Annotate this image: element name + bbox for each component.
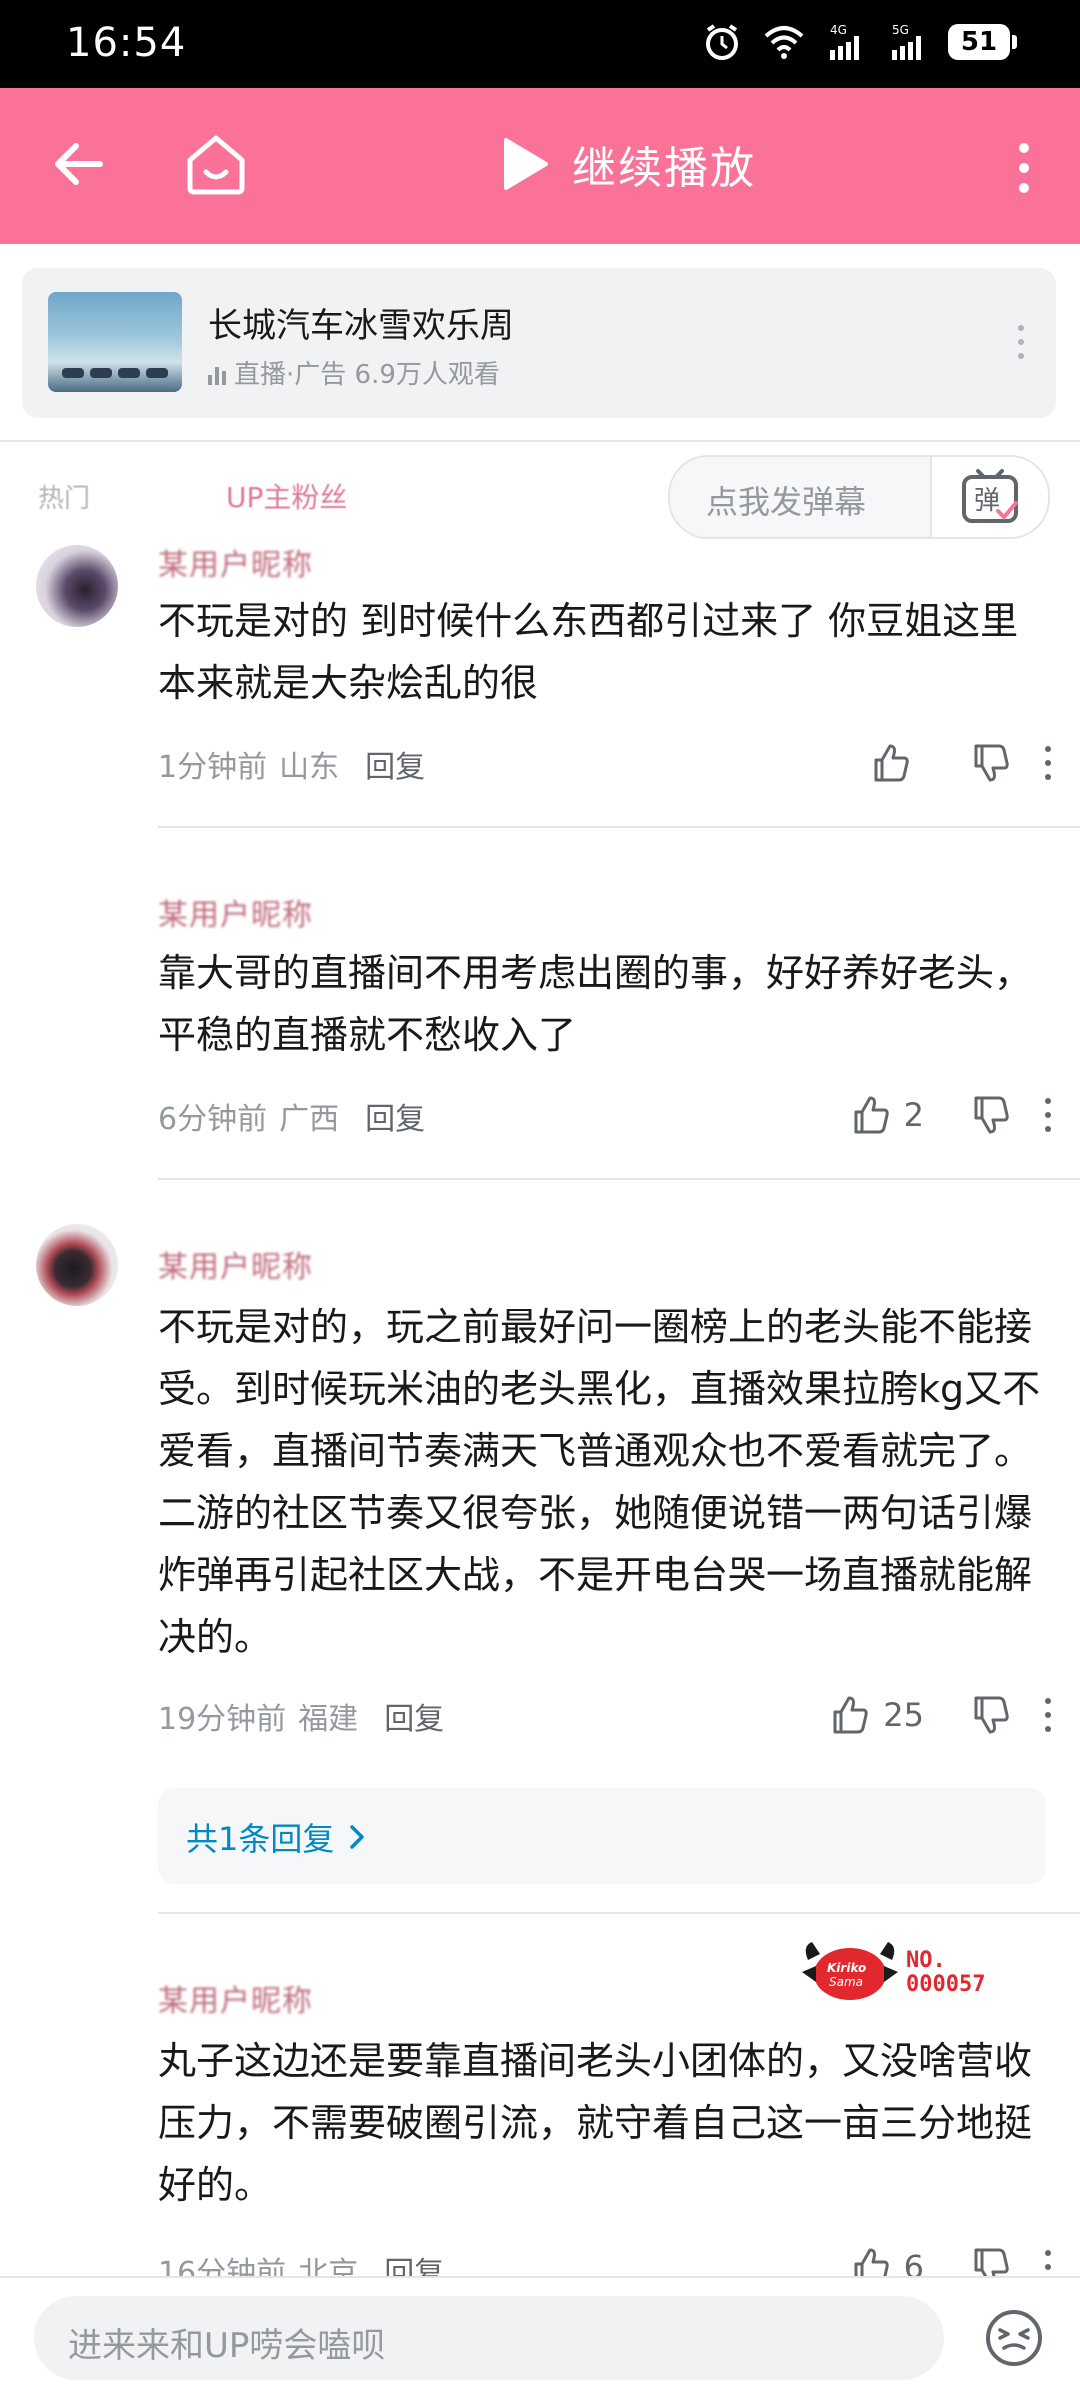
continue-play-label: 继续播放	[572, 143, 756, 194]
top-header: 继续播放	[0, 88, 1080, 244]
comment-actions: 2	[848, 1092, 1058, 1138]
live-meta-text: 直播·广告 6.9万人观看	[234, 360, 500, 390]
svg-text:Sama: Sama	[829, 1975, 863, 1989]
comment-location: 福建	[298, 1702, 359, 1737]
comment-meta: 1分钟前 山东 回复	[158, 742, 425, 786]
emoji-icon[interactable]	[982, 2306, 1046, 2370]
avatar[interactable]	[36, 545, 118, 627]
comment-meta: 19分钟前 福建 回复	[158, 1694, 444, 1738]
thumbs-down-icon[interactable]	[968, 740, 1014, 786]
comment-input-placeholder: 进来来和UP唠会嗑呗	[68, 2326, 386, 2366]
back-arrow-icon[interactable]	[48, 132, 112, 196]
view-replies-label: 共1条回复	[186, 1814, 366, 1860]
view-replies-button[interactable]: 共1条回复	[158, 1788, 1046, 1884]
fan-badge-number: NO. 000057	[906, 1948, 986, 1997]
status-icons: 4G 5G 51	[700, 22, 1017, 62]
more-vertical-icon[interactable]	[1012, 140, 1036, 196]
comment-username[interactable]: 某用户昵称	[158, 540, 313, 584]
status-time: 16:54	[66, 20, 187, 66]
battery-icon: 51	[948, 24, 1017, 60]
svg-text:Kiriko: Kiriko	[827, 1961, 866, 1975]
comment-location: 山东	[279, 750, 340, 785]
more-vertical-icon[interactable]	[1016, 322, 1026, 362]
send-danmaku-label: 点我发弹幕	[706, 483, 867, 521]
comment-input-bar: 进来来和UP唠会嗑呗	[0, 2276, 1080, 2402]
alarm-icon	[706, 24, 738, 60]
comment-divider	[158, 1178, 1080, 1180]
comment-username[interactable]: 某用户昵称	[158, 1976, 313, 2020]
danmaku-tag: UP主粉丝	[226, 481, 348, 514]
comment-time: 6分钟前	[158, 1102, 268, 1137]
comment-divider	[158, 826, 1080, 828]
like-button[interactable]	[868, 740, 924, 786]
live-title: 长城汽车冰雪欢乐周	[208, 306, 514, 346]
live-meta: 直播·广告 6.9万人观看	[208, 354, 500, 391]
more-vertical-icon[interactable]	[1038, 1092, 1058, 1138]
status-bar: 16:54 4G 5G 51	[0, 0, 1080, 88]
play-icon	[504, 138, 548, 190]
svg-text:5G: 5G	[892, 23, 909, 37]
avatar[interactable]	[36, 1224, 118, 1306]
like-count: 25	[883, 1696, 924, 1734]
thumbs-down-icon[interactable]	[968, 1692, 1014, 1738]
reply-button[interactable]: 回复	[365, 1094, 425, 1138]
divider	[0, 440, 1080, 442]
home-icon[interactable]	[180, 128, 252, 200]
danmaku-icon: 弹	[962, 469, 1018, 523]
wifi-icon	[764, 26, 804, 59]
comment-time: 19分钟前	[158, 1702, 287, 1737]
more-vertical-icon[interactable]	[1038, 1692, 1058, 1738]
comment-divider	[158, 1912, 1080, 1914]
live-bars-icon	[208, 361, 226, 385]
live-thumbnail	[48, 292, 182, 392]
replies-count-text: 共1条回复	[186, 1820, 335, 1858]
comment-location: 广西	[279, 1102, 340, 1137]
continue-play-button[interactable]: 继续播放	[500, 132, 756, 196]
thumbs-up-icon	[874, 744, 909, 782]
comment-actions: 25	[827, 1692, 1058, 1738]
comment-text: 靠大哥的直播间不用考虑出圈的事，好好养好老头，平稳的直播就不愁收入了	[158, 951, 1033, 1057]
fan-badge-logo: Kiriko Sama	[802, 1942, 898, 2000]
reply-button[interactable]: 回复	[365, 742, 425, 786]
live-ad-card[interactable]: 长城汽车冰雪欢乐周 直播·广告 6.9万人观看	[22, 268, 1056, 418]
comment-text: 不玩是对的，玩之前最好问一圈榜上的老头能不能接受。到时候玩米油的老头黑化，直播效…	[158, 1305, 1041, 1659]
like-count: 2	[903, 1096, 924, 1134]
comment-time: 1分钟前	[158, 750, 268, 785]
reply-button[interactable]: 回复	[384, 1694, 444, 1738]
signal-5g-icon: 5G	[892, 23, 921, 60]
comment-username[interactable]: 某用户昵称	[158, 1242, 313, 1286]
danmaku-toggle[interactable]: 弹	[930, 457, 1048, 537]
thumbs-down-icon[interactable]	[968, 1092, 1014, 1138]
like-button[interactable]: 25	[827, 1692, 924, 1738]
comment-text: 丸子这边还是要靠直播间老头小团体的，又没啥营收压力，不需要破圈引流，就守着自己这…	[158, 2039, 1033, 2207]
thumbs-up-icon	[854, 1096, 889, 1134]
comment-actions	[868, 740, 1058, 786]
comment-meta: 6分钟前 广西 回复	[158, 1094, 425, 1138]
comment-username[interactable]: 某用户昵称	[158, 890, 313, 934]
send-danmaku-button[interactable]: 点我发弹幕 弹	[668, 455, 1050, 539]
svg-text:4G: 4G	[830, 23, 847, 37]
signal-4g-icon: 4G	[830, 23, 859, 60]
chevron-right-icon	[350, 1825, 365, 1849]
comment-text: 不玩是对的 到时候什么东西都引过来了 你豆姐这里本来就是大杂烩乱的很	[158, 599, 1019, 705]
more-vertical-icon[interactable]	[1038, 740, 1058, 786]
comment-input[interactable]: 进来来和UP唠会嗑呗	[34, 2296, 944, 2380]
like-button[interactable]: 2	[848, 1092, 924, 1138]
danmaku-tag: 热门	[38, 484, 91, 514]
thumbs-up-icon	[833, 1696, 868, 1734]
fan-badge[interactable]: Kiriko Sama NO. 000057	[800, 1938, 985, 2008]
